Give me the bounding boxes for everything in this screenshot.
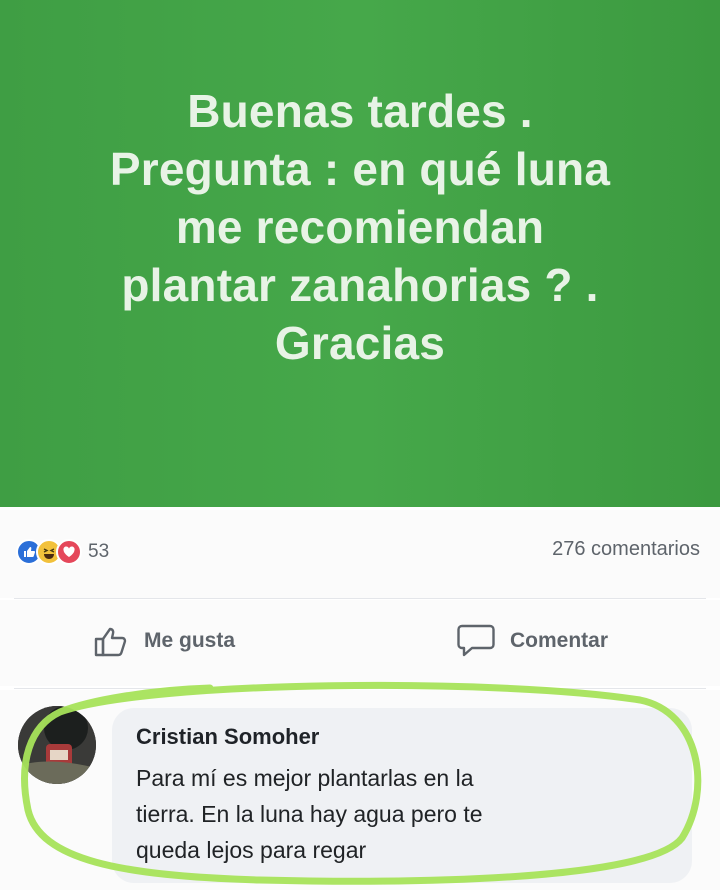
comment-line: tierra. En la luna hay agua pero te [136, 801, 483, 827]
comment-button-label: Comentar [510, 629, 609, 652]
reactions-summary[interactable]: 53 [16, 538, 109, 566]
divider [14, 688, 706, 689]
comment-line: Para mí es mejor plantarlas en la [136, 765, 474, 791]
post-text: Buenas tardes . Pregunta : en qué luna m… [0, 82, 720, 372]
like-button-label: Me gusta [144, 629, 236, 652]
comment-button[interactable]: Comentar [456, 622, 608, 660]
comments-count-link[interactable]: 276 comentarios [552, 538, 700, 561]
comment-author[interactable]: Cristian Somoher [136, 724, 319, 750]
post-line: Buenas tardes . [187, 85, 533, 137]
post-line: Gracias [274, 317, 446, 369]
love-icon [56, 539, 82, 565]
comment-text: Para mí es mejor plantarlas en la tierra… [136, 760, 676, 868]
comment-bubble-icon [457, 624, 495, 657]
reaction-count: 53 [88, 541, 110, 562]
post-line: plantar zanahorias ? . [121, 259, 599, 311]
divider [14, 598, 706, 599]
post-line: Pregunta : en qué luna [109, 143, 611, 195]
comment-line: queda lejos para regar [136, 837, 367, 863]
thumbs-up-icon [94, 627, 127, 657]
post-line: me recomiendan [175, 201, 545, 253]
avatar[interactable] [18, 706, 96, 784]
like-button[interactable]: Me gusta [92, 622, 235, 660]
